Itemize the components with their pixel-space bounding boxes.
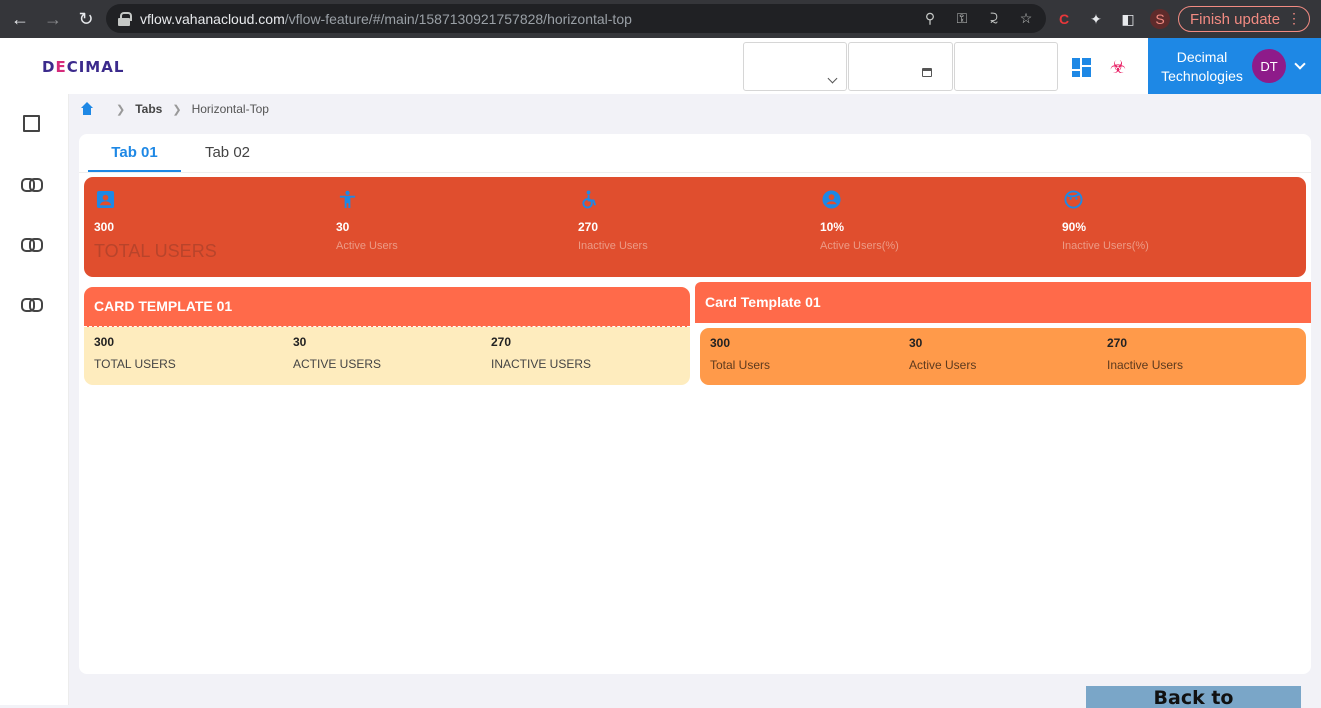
chevron-down-icon <box>827 73 838 84</box>
stat-label: Inactive Users(%) <box>1062 240 1149 252</box>
user-name: Decimal Technologies <box>1161 49 1243 84</box>
key-icon[interactable]: ⚿ <box>954 10 970 27</box>
browser-toolbar: ← → ↻ vflow.vahanacloud.com/vflow-featur… <box>0 0 1321 38</box>
avatar: DT <box>1252 49 1286 83</box>
stat-value: 30 <box>336 220 350 234</box>
stat-total-users: 300 TOTAL USERS <box>84 177 326 277</box>
breadcrumb-item-current: Horizontal-Top <box>191 102 269 116</box>
bug-icon[interactable]: ☣ <box>1107 56 1129 78</box>
chevron-down-icon <box>1294 58 1306 70</box>
reload-icon[interactable]: ↻ <box>70 3 102 35</box>
location-icon[interactable]: ⚲ <box>922 10 938 27</box>
stat-label: TOTAL USERS <box>94 241 217 261</box>
tab-divider <box>79 172 1311 173</box>
header-input[interactable] <box>954 42 1058 91</box>
card-metric: 30 ACTIVE USERS <box>293 335 382 371</box>
chevron-right-icon: ❯ <box>116 103 126 116</box>
header-date-picker[interactable] <box>848 42 953 91</box>
back-arrow-icon[interactable]: ← <box>4 3 36 35</box>
stat-value: 300 <box>94 220 115 234</box>
card-metric: 300 TOTAL USERS <box>94 335 176 371</box>
share-icon[interactable]: ⫈ <box>986 10 1002 27</box>
decimal-logo[interactable]: DECIMAL <box>42 58 124 76</box>
sidebar-item-link-2[interactable] <box>21 233 43 253</box>
stat-active-percent: 10% Active Users(%) <box>810 177 1052 277</box>
stat-value: 10% <box>820 220 845 234</box>
tab-01[interactable]: Tab 01 <box>88 134 181 172</box>
contact-card-icon <box>96 190 115 209</box>
finish-update-button[interactable]: Finish update ⋮ <box>1178 6 1310 32</box>
link-icon <box>21 238 43 252</box>
sidebar-item-link-3[interactable] <box>21 293 43 313</box>
square-icon <box>22 114 40 132</box>
url-text: vflow.vahanacloud.com/vflow-feature/#/ma… <box>140 10 632 27</box>
account-circle-icon <box>822 190 841 209</box>
tab-02[interactable]: Tab 02 <box>181 134 274 172</box>
stat-inactive-percent: 90% Inactive Users(%) <box>1052 177 1294 277</box>
user-menu[interactable]: Decimal Technologies DT <box>1148 38 1321 94</box>
link-icon <box>21 178 43 192</box>
stats-band: 300 TOTAL USERS 30 Active Users 270 Inac… <box>84 177 1306 277</box>
card-metric: 270 Inactive Users <box>1107 336 1184 372</box>
stat-active-users: 30 Active Users <box>326 177 568 277</box>
card-title: CARD TEMPLATE 01 <box>84 287 690 327</box>
tab-bar: Tab 01 Tab 02 <box>88 134 274 172</box>
more-vert-icon: ⋮ <box>1287 10 1301 26</box>
profile-avatar[interactable]: S <box>1150 9 1170 29</box>
link-icon <box>21 298 43 312</box>
card-template-right: 300 Total Users 30 Active Users 270 Inac… <box>700 328 1306 385</box>
card-template-left: CARD TEMPLATE 01 300 TOTAL USERS 30 ACTI… <box>84 287 690 385</box>
card-metric: 30 Active Users <box>909 336 977 372</box>
accessibility-icon <box>339 190 356 209</box>
stat-value: 90% <box>1062 220 1087 234</box>
home-icon[interactable] <box>80 102 94 116</box>
wheelchair-icon <box>582 190 597 209</box>
stat-label: Active Users <box>336 240 398 252</box>
sidebar-item-link-1[interactable] <box>21 173 43 193</box>
address-bar[interactable]: vflow.vahanacloud.com/vflow-feature/#/ma… <box>106 4 1046 33</box>
breadcrumb: ❯ Tabs ❯ Horizontal-Top <box>80 100 269 118</box>
main-content: Tab 01 Tab 02 300 TOTAL USERS 30 Active … <box>79 134 1311 674</box>
dashboard-icon[interactable] <box>1072 58 1091 77</box>
breadcrumb-item-tabs[interactable]: Tabs <box>135 102 162 116</box>
stat-value: 270 <box>578 220 599 234</box>
card-metric: 300 Total Users <box>710 336 771 372</box>
puzzle-icon[interactable]: ✦ <box>1086 11 1106 28</box>
card-title: Card Template 01 <box>695 282 1311 323</box>
stat-inactive-users: 270 Inactive Users <box>568 177 810 277</box>
face-icon <box>1064 190 1083 209</box>
card-metric: 270 INACTIVE USERS <box>491 335 592 371</box>
extension-c-icon[interactable]: C <box>1054 11 1074 27</box>
calendar-icon <box>922 68 932 77</box>
lock-icon <box>118 11 132 26</box>
forward-arrow-icon[interactable]: → <box>37 3 69 35</box>
stat-label: Active Users(%) <box>820 240 899 252</box>
stat-label: Inactive Users <box>578 240 648 252</box>
chevron-right-icon: ❯ <box>172 103 182 116</box>
app-header: DECIMAL ☣ Decimal Technologies DT <box>0 38 1321 94</box>
sidebar <box>0 94 69 705</box>
header-dropdown[interactable] <box>743 42 847 91</box>
sidebar-item-square[interactable] <box>21 113 41 133</box>
side-panel-icon[interactable]: ◧ <box>1118 11 1138 28</box>
star-icon[interactable]: ☆ <box>1018 10 1034 27</box>
